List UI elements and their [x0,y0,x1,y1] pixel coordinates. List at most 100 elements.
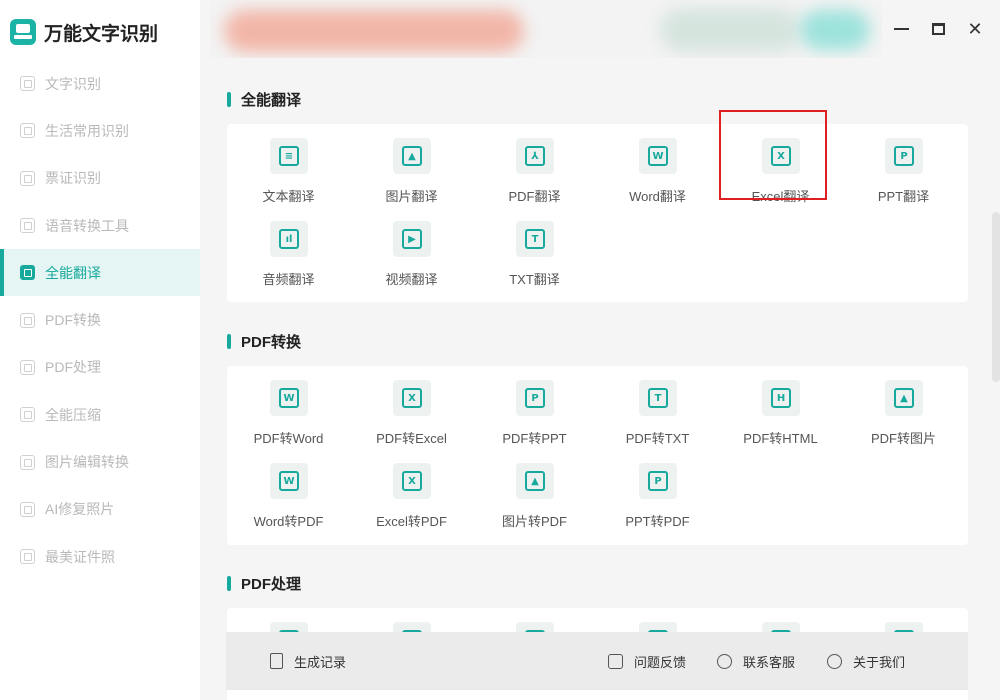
tool-tile[interactable]: T PDF转TXT [596,366,719,448]
tool-tile-label: 图片转PDF [501,514,567,529]
tool-tile[interactable]: ıl 音频翻译 [227,207,350,289]
compress-icon [20,407,35,423]
maximize-button[interactable] [927,18,949,40]
banner-graphic [660,8,800,52]
tool-tile[interactable]: ≡ 文本翻译 [227,124,350,206]
translate-icon [20,265,35,281]
tool-tile-label: TXT翻译 [509,272,560,287]
pdf-process-icon [20,359,35,375]
tool-tile-label: PDF转PPT [502,431,567,446]
sidebar-item[interactable]: 生活常用识别 [0,107,200,154]
word-to-pdf-icon: W [270,463,308,499]
tool-tile[interactable]: ▲ 图片转PDF [473,449,596,531]
tool-tile[interactable]: X PDF转Excel [350,366,473,448]
tool-tile-label: PDF转HTML [743,431,818,446]
video-translate-icon: ▶ [393,221,431,257]
sidebar-item[interactable]: 图片编辑转换 [0,438,200,485]
text-translate-icon: ≡ [270,138,308,174]
tile-glyph: H [771,388,791,408]
sidebar-nav: 文字识别生活常用识别票证识别语音转换工具全能翻译 PDF转换 PDF处理全能压缩图片… [0,60,200,580]
tool-tile[interactable]: P PPT翻译 [842,124,965,206]
image-translate-icon: ▲ [393,138,431,174]
tool-tile[interactable]: P PPT转PDF [596,449,719,531]
tile-glyph: X [771,146,791,166]
tool-tile[interactable]: X Excel翻译 [719,110,842,206]
excel-translate-icon: X [762,138,800,174]
tool-tile[interactable]: W Word转PDF [227,449,350,531]
pdf-translate-icon: ⅄ [516,138,554,174]
pdf-convert-icon [20,312,35,328]
app-name: 万能文字识别 [44,23,159,45]
tile-glyph: X [402,388,422,408]
feedback-icon [608,653,623,669]
sidebar-item[interactable]: 语音转换工具 [0,202,200,249]
sidebar-item-label: 图片编辑转换 [45,454,129,471]
tool-tile-label: 视频翻译 [385,272,438,287]
sidebar-item[interactable]: AI修复照片 [0,486,200,533]
sidebar-item[interactable]: 最美证件照 [0,533,200,580]
scan-text-icon [20,76,35,92]
ai-repair-icon [20,501,35,517]
bottom-bar: 生成记录 问题反馈 联系客服 关于我们 [226,632,968,690]
sidebar-item[interactable]: 全能压缩 [0,391,200,438]
sidebar-item-label: 生活常用识别 [45,122,129,139]
tile-glyph: W [279,471,299,491]
pdf-to-excel-icon: X [393,380,431,416]
tool-tile[interactable]: ▶ 视频翻译 [350,207,473,289]
sidebar: 万能文字识别 文字识别生活常用识别票证识别语音转换工具全能翻译 PDF转换 PDF处… [0,0,200,700]
info-icon [827,653,842,669]
banner-graphic [224,10,524,52]
sidebar-item[interactable]: 文字识别 [0,60,200,107]
tool-tile[interactable]: W PDF转Word [227,366,350,448]
sidebar-item[interactable]: 全能翻译 [0,249,200,297]
sidebar-item-label: 全能压缩 [45,406,101,423]
app-logo-icon [10,19,36,45]
section-title: PDF处理 [227,573,301,594]
word-translate-icon: W [639,138,677,174]
close-icon: ✕ [967,19,983,39]
promo-banner[interactable] [210,0,882,58]
tool-tile-label: PDF转TXT [625,431,690,446]
tool-tile-label: PDF翻译 [508,189,561,204]
tool-tile-label: PPT翻译 [877,189,930,204]
tile-glyph: X [402,471,422,491]
tool-tile-label: PDF转Excel [376,431,447,446]
tool-tile[interactable]: P PDF转PPT [473,366,596,448]
sidebar-item[interactable]: PDF处理 [0,344,200,391]
sidebar-item-label: 语音转换工具 [45,217,129,234]
feedback-button[interactable]: 问题反馈 [608,652,686,671]
pdf-to-ppt-icon: P [516,380,554,416]
tool-tile-label: 文本翻译 [262,189,315,204]
close-button[interactable]: ✕ [964,18,986,40]
banner-graphic [800,10,870,50]
tile-glyph: W [648,146,668,166]
scan-ticket-icon [20,170,35,186]
tile-glyph: ▶ [402,229,422,249]
pdf-to-txt-icon: T [639,380,677,416]
tool-tile[interactable]: ⅄ PDF翻译 [473,124,596,206]
tool-tile-label: 音频翻译 [262,272,315,287]
support-button[interactable]: 联系客服 [717,652,795,671]
sidebar-item-label: PDF转换 [45,312,101,329]
scrollbar[interactable] [992,212,1000,382]
sidebar-item[interactable]: PDF转换 [0,296,200,343]
ppt-translate-icon: P [885,138,923,174]
tool-tile[interactable]: ▲ 图片翻译 [350,124,473,206]
voice-convert-icon [20,218,35,234]
image-edit-icon [20,454,35,470]
tool-tile[interactable]: X Excel转PDF [350,449,473,531]
tool-tile[interactable]: H PDF转HTML [719,366,842,448]
sidebar-item[interactable]: 票证识别 [0,155,200,202]
tile-glyph: W [279,388,299,408]
minimize-icon [893,28,909,30]
txt-translate-icon: T [516,221,554,257]
sidebar-item-label: PDF处理 [45,359,101,376]
minimize-button[interactable] [890,18,912,40]
about-button[interactable]: 关于我们 [827,652,905,671]
history-button[interactable]: 生成记录 [270,652,346,671]
tool-tile[interactable]: W Word翻译 [596,124,719,206]
tool-tile[interactable]: T TXT翻译 [473,207,596,289]
image-to-pdf-icon: ▲ [516,463,554,499]
section-title: PDF转换 [227,331,301,352]
tool-tile[interactable]: ▲ PDF转图片 [842,366,965,448]
